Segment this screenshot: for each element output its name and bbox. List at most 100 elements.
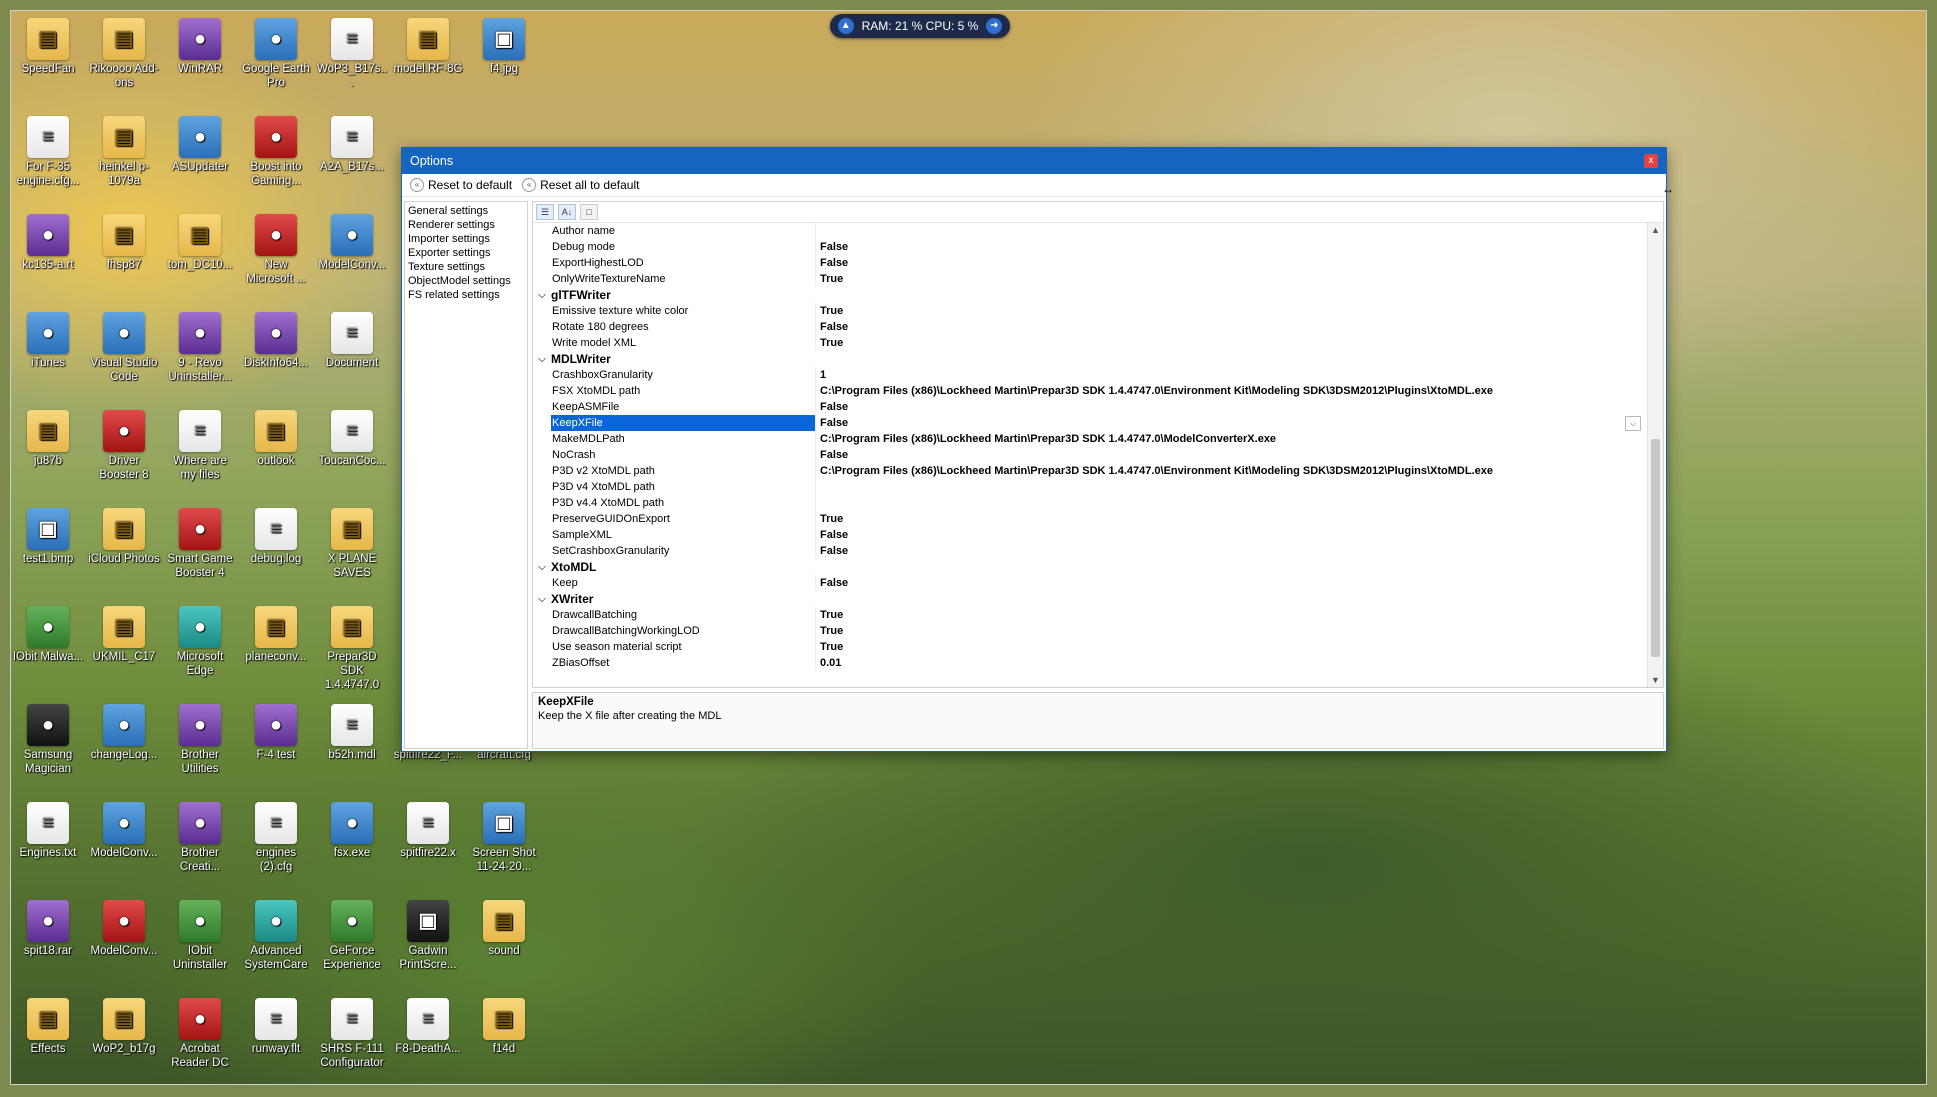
desktop-shortcut[interactable]: ≡ Document	[316, 312, 388, 370]
property-value[interactable]: False	[816, 319, 848, 335]
property-value[interactable]: False	[816, 575, 848, 591]
property-row[interactable]: Rotate 180 degrees False	[533, 319, 1647, 335]
property-row[interactable]: DrawcallBatching True	[533, 607, 1647, 623]
property-category-row[interactable]: ⌵ XWriter	[533, 591, 1647, 607]
desktop-shortcut[interactable]: ▤ outlook	[240, 410, 312, 468]
property-row[interactable]: KeepXFile False ⌵	[533, 415, 1647, 431]
desktop-shortcut[interactable]: ● iTunes	[12, 312, 84, 370]
close-button[interactable]: x	[1644, 154, 1658, 168]
desktop-shortcut[interactable]: ▤ heinkel p-1079a	[88, 116, 160, 188]
desktop-shortcut[interactable]: ≡ engines (2).cfg	[240, 802, 312, 874]
arrow-right-icon[interactable]: ➜	[986, 18, 1003, 34]
desktop-shortcut[interactable]: ● 9 - Revo Uninstaller...	[164, 312, 236, 384]
desktop-shortcut[interactable]: ≡ F8-DeathA...	[392, 998, 464, 1056]
scroll-down-icon[interactable]: ▼	[1648, 673, 1663, 687]
desktop-shortcut[interactable]: ≡ runway.flt	[240, 998, 312, 1056]
property-row[interactable]: SampleXML False	[533, 527, 1647, 543]
desktop-shortcut[interactable]: ● DiskInfo64...	[240, 312, 312, 370]
property-value[interactable]: False	[816, 255, 848, 271]
property-row[interactable]: Emissive texture white color True	[533, 303, 1647, 319]
desktop-shortcut[interactable]: ● kc135-a.rt	[12, 214, 84, 272]
settings-category-item[interactable]: ObjectModel settings	[408, 274, 527, 288]
scroll-thumb[interactable]	[1651, 439, 1660, 657]
desktop-shortcut[interactable]: ≡ Engines.txt	[12, 802, 84, 860]
property-value[interactable]: True	[816, 271, 843, 287]
desktop-shortcut[interactable]: ● WinRAR	[164, 18, 236, 76]
property-category-row[interactable]: ⌵ XtoMDL	[533, 559, 1647, 575]
reset-all-to-default-button[interactable]: « Reset all to default	[522, 178, 639, 192]
property-category-row[interactable]: ⌵ glTFWriter	[533, 287, 1647, 303]
desktop-shortcut[interactable]: ● Microsoft Edge	[164, 606, 236, 678]
property-value[interactable]: 1	[816, 367, 826, 383]
desktop-shortcut[interactable]: ≡ spitfire22.x	[392, 802, 464, 860]
property-row[interactable]: P3D v2 XtoMDL path C:\Program Files (x86)…	[533, 463, 1647, 479]
desktop-shortcut[interactable]: ≡ Where are my files	[164, 410, 236, 482]
desktop-shortcut[interactable]: ● ModelConv...	[316, 214, 388, 272]
collapse-chevron-icon[interactable]: ⌵	[533, 594, 551, 605]
desktop-shortcut[interactable]: ● Advanced SystemCare	[240, 900, 312, 972]
desktop-shortcut[interactable]: ● spit18.rar	[12, 900, 84, 958]
property-row[interactable]: ExportHighestLOD False	[533, 255, 1647, 271]
property-row[interactable]: DrawcallBatchingWorkingLOD True	[533, 623, 1647, 639]
desktop-shortcut[interactable]: ▤ model.RF-8G	[392, 18, 464, 76]
desktop-shortcut[interactable]: ▤ UKMIL_C17	[88, 606, 160, 664]
property-row[interactable]: P3D v4.4 XtoMDL path	[533, 495, 1647, 511]
scroll-up-icon[interactable]: ▲	[1648, 223, 1663, 237]
property-row[interactable]: ZBiasOffset 0.01	[533, 655, 1647, 671]
desktop-shortcut[interactable]: ● Google Earth Pro	[240, 18, 312, 90]
dropdown-chevron-icon[interactable]: ⌵	[1625, 416, 1641, 431]
desktop-shortcut[interactable]: ≡ ToucanCoc...	[316, 410, 388, 468]
property-value[interactable]: C:\Program Files (x86)\Lockheed Martin\P…	[816, 431, 1276, 447]
desktop-shortcut[interactable]: ● Driver Booster 8	[88, 410, 160, 482]
property-row[interactable]: MakeMDLPath C:\Program Files (x86)\Lockhe…	[533, 431, 1647, 447]
desktop-shortcut[interactable]: ● Brother Creati...	[164, 802, 236, 874]
property-value[interactable]: True	[816, 623, 843, 639]
property-value[interactable]: False	[816, 415, 848, 431]
property-pages-icon[interactable]: □	[580, 204, 598, 220]
settings-category-item[interactable]: Importer settings	[408, 232, 527, 246]
desktop-shortcut[interactable]: ▤ WoP2_b17g	[88, 998, 160, 1056]
desktop-shortcut[interactable]: ● ASUpdater	[164, 116, 236, 174]
desktop-shortcut[interactable]: ≡ debug.log	[240, 508, 312, 566]
settings-category-item[interactable]: Exporter settings	[408, 246, 527, 260]
desktop-shortcut[interactable]: ● Smart Game Booster 4	[164, 508, 236, 580]
property-value[interactable]: False	[816, 543, 848, 559]
property-value[interactable]: True	[816, 607, 843, 623]
property-row[interactable]: Write model XML True	[533, 335, 1647, 351]
property-category-row[interactable]: ⌵ MDLWriter	[533, 351, 1647, 367]
system-monitor-widget[interactable]: ▲ RAM: 21 % CPU: 5 % ➜	[830, 14, 1010, 38]
desktop-shortcut[interactable]: ▣ f4.jpg	[468, 18, 540, 76]
property-row[interactable]: Debug mode False	[533, 239, 1647, 255]
desktop-shortcut[interactable]: ▤ ju87b	[12, 410, 84, 468]
desktop-shortcut[interactable]: ● Acrobat Reader DC	[164, 998, 236, 1070]
property-value[interactable]: False	[816, 447, 848, 463]
desktop-shortcut[interactable]: ▣ Gadwin PrintScre...	[392, 900, 464, 972]
desktop-shortcut[interactable]: ▤ planeconv...	[240, 606, 312, 664]
categorized-view-icon[interactable]: ☰	[536, 204, 554, 220]
property-row[interactable]: Author name	[533, 223, 1647, 239]
property-row[interactable]: NoCrash False	[533, 447, 1647, 463]
desktop-shortcut[interactable]: ▤ Rikoooo Add-ons	[88, 18, 160, 90]
property-row[interactable]: CrashboxGranularity 1	[533, 367, 1647, 383]
desktop-shortcut[interactable]: ● IObit Uninstaller	[164, 900, 236, 972]
desktop-shortcut[interactable]: ● Brother Utilities	[164, 704, 236, 776]
property-value[interactable]: C:\Program Files (x86)\Lockheed Martin\P…	[816, 383, 1493, 399]
property-row[interactable]: Keep False	[533, 575, 1647, 591]
settings-category-item[interactable]: Renderer settings	[408, 218, 527, 232]
desktop-shortcut[interactable]: ≡ b52h.mdl	[316, 704, 388, 762]
property-value[interactable]: False	[816, 399, 848, 415]
collapse-chevron-icon[interactable]: ⌵	[533, 562, 551, 573]
property-row[interactable]: Use season material script True	[533, 639, 1647, 655]
desktop-shortcut[interactable]: ▤ sound	[468, 900, 540, 958]
desktop-shortcut[interactable]: ● ModelConv...	[88, 900, 160, 958]
property-value[interactable]: False	[816, 527, 848, 543]
collapse-chevron-icon[interactable]: ⌵	[533, 290, 551, 301]
property-row[interactable]: P3D v4 XtoMDL path	[533, 479, 1647, 495]
property-row[interactable]: OnlyWriteTextureName True	[533, 271, 1647, 287]
property-row[interactable]: FSX XtoMDL path C:\Program Files (x86)\Lo…	[533, 383, 1647, 399]
desktop-shortcut[interactable]: ● fsx.exe	[316, 802, 388, 860]
property-value[interactable]: 0.01	[816, 655, 841, 671]
desktop-shortcut[interactable]: ● New Microsoft ...	[240, 214, 312, 286]
desktop-shortcut[interactable]: ● Boost into Gaming...	[240, 116, 312, 188]
property-row[interactable]: PreserveGUIDOnExport True	[533, 511, 1647, 527]
